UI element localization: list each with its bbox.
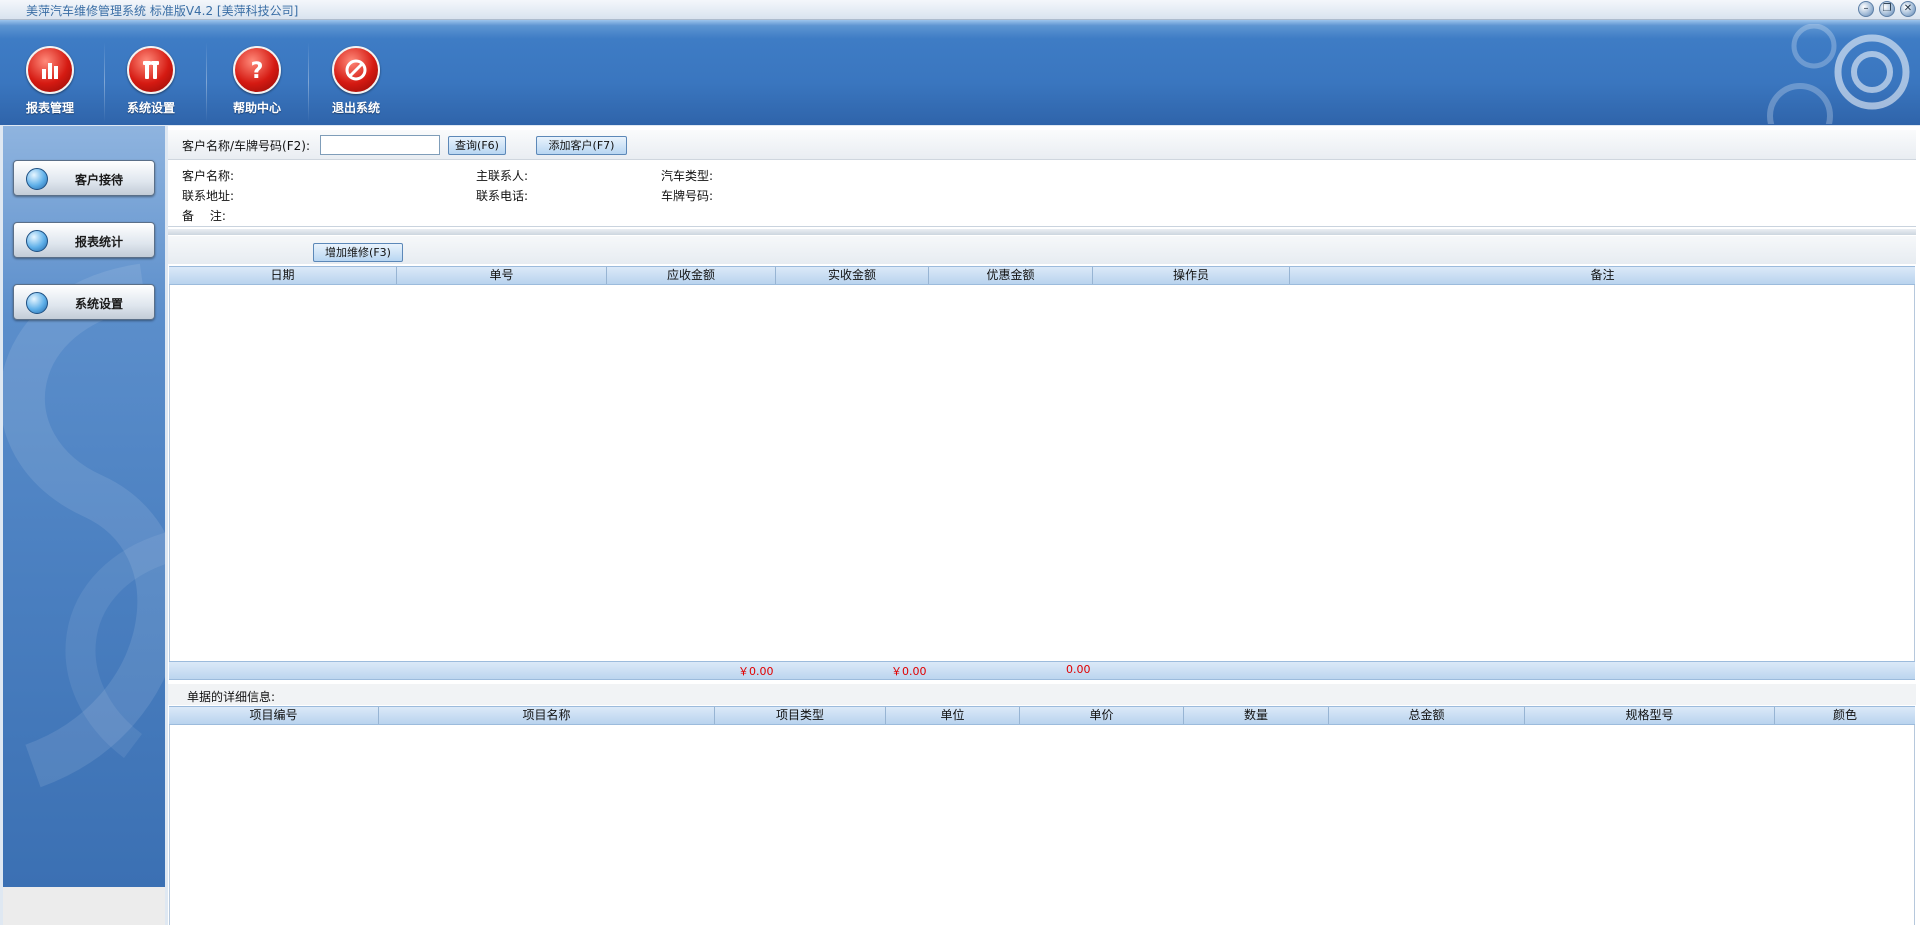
svg-text:?: ? xyxy=(251,59,264,83)
sidebar-item-system-settings[interactable]: 系统设置 xyxy=(13,284,155,320)
detail-section-label: 单据的详细信息: xyxy=(187,690,276,704)
exit-icon xyxy=(332,46,380,94)
bar-chart-icon xyxy=(26,46,74,94)
search-input[interactable] xyxy=(320,135,440,155)
title-bar: 美萍汽车维修管理系统 标准版V4.2 [美萍科技公司] – ❐ ✕ xyxy=(0,0,1920,20)
phone-label: 联系电话: xyxy=(476,189,529,203)
minimize-icon[interactable]: – xyxy=(1858,1,1874,17)
column-header[interactable]: 数量 xyxy=(1184,707,1329,724)
detail-table-header: 项目编号 项目名称 项目类型 单位 单价 数量 总金额 规格型号 颜色 xyxy=(169,706,1915,725)
sidebar: 客户接待 报表统计 系统设置 xyxy=(3,126,165,887)
column-header[interactable]: 单位 xyxy=(886,707,1020,724)
column-header[interactable]: 实收金额 xyxy=(776,267,929,284)
close-icon[interactable]: ✕ xyxy=(1900,1,1916,17)
add-customer-button[interactable]: 添加客户(F7) xyxy=(536,136,627,155)
contact-person-label: 主联系人: xyxy=(476,169,529,183)
toolbar-label: 系统设置 xyxy=(126,101,175,115)
column-header[interactable]: 项目名称 xyxy=(379,707,715,724)
main-toolbar: 报表管理 系统设置 ? 帮助中心 退出系统 xyxy=(0,20,1920,125)
banner-highlight xyxy=(0,20,1920,26)
window-title: 美萍汽车维修管理系统 标准版V4.2 [美萍科技公司] xyxy=(26,4,299,18)
toolbar-label: 退出系统 xyxy=(331,101,380,115)
sidebar-footer xyxy=(3,887,165,925)
toolbar-label: 帮助中心 xyxy=(232,101,281,115)
sidebar-item-label: 系统设置 xyxy=(74,297,123,311)
sidebar-decoration xyxy=(3,263,165,788)
column-header[interactable]: 单价 xyxy=(1020,707,1184,724)
toolbar-exit-system[interactable]: 退出系统 xyxy=(316,46,396,116)
repair-table-header: 日期 单号 应收金额 实收金额 优惠金额 操作员 备注 xyxy=(169,266,1915,285)
column-header[interactable]: 项目类型 xyxy=(715,707,886,724)
column-header[interactable]: 备注 xyxy=(1290,267,1915,284)
address-label: 联系地址: xyxy=(182,189,235,203)
sidebar-item-label: 报表统计 xyxy=(74,235,123,249)
column-header[interactable]: 应收金额 xyxy=(607,267,776,284)
detail-table-body[interactable] xyxy=(169,725,1915,925)
globe-icon xyxy=(26,292,48,314)
total-discount: 0.00 xyxy=(1066,663,1091,676)
tools-icon xyxy=(127,46,175,94)
column-header[interactable]: 日期 xyxy=(169,267,397,284)
column-header[interactable]: 项目编号 xyxy=(169,707,379,724)
detail-label-bar xyxy=(168,684,1916,705)
sidebar-item-label: 客户接待 xyxy=(74,173,123,187)
column-header[interactable]: 优惠金额 xyxy=(929,267,1093,284)
toolbar-help-center[interactable]: ? 帮助中心 xyxy=(217,46,297,116)
query-button[interactable]: 查询(F6) xyxy=(448,136,506,155)
restore-icon[interactable]: ❐ xyxy=(1879,1,1895,17)
repair-toolbar xyxy=(168,236,1916,264)
search-label: 客户名称/车牌号码(F2): xyxy=(182,139,310,153)
brand-logo-icon xyxy=(1767,24,1910,124)
remark-label: 备 注: xyxy=(182,209,226,223)
customer-name-label: 客户名称: xyxy=(182,169,235,183)
window-controls: – ❐ ✕ xyxy=(1858,1,1916,17)
sidebar-item-report-statistics[interactable]: 报表统计 xyxy=(13,222,155,258)
toolbar-report-management[interactable]: 报表管理 xyxy=(10,46,90,116)
add-repair-button[interactable]: 增加维修(F3) xyxy=(313,243,403,262)
total-receivable: ￥0.00 xyxy=(738,665,774,678)
column-header[interactable]: 颜色 xyxy=(1775,707,1915,724)
repair-table-body[interactable] xyxy=(169,285,1915,661)
car-type-label: 汽车类型: xyxy=(661,169,714,183)
sidebar-item-customer-reception[interactable]: 客户接待 xyxy=(13,160,155,196)
toolbar-label: 报表管理 xyxy=(25,101,74,115)
help-icon: ? xyxy=(233,46,281,94)
toolbar-separator xyxy=(206,42,207,122)
column-header[interactable]: 规格型号 xyxy=(1525,707,1775,724)
customer-info-panel xyxy=(168,160,1916,227)
globe-icon xyxy=(26,168,48,190)
section-divider xyxy=(168,229,1916,235)
plate-number-label: 车牌号码: xyxy=(661,189,714,203)
globe-icon xyxy=(26,230,48,252)
repair-totals-row: ￥0.00 ￥0.00 0.00 xyxy=(169,661,1915,680)
column-header[interactable]: 操作员 xyxy=(1093,267,1290,284)
toolbar-system-settings[interactable]: 系统设置 xyxy=(111,46,191,116)
toolbar-separator xyxy=(104,42,105,122)
column-header[interactable]: 单号 xyxy=(397,267,607,284)
toolbar-separator xyxy=(308,42,309,122)
column-header[interactable]: 总金额 xyxy=(1329,707,1525,724)
total-received: ￥0.00 xyxy=(891,665,927,678)
